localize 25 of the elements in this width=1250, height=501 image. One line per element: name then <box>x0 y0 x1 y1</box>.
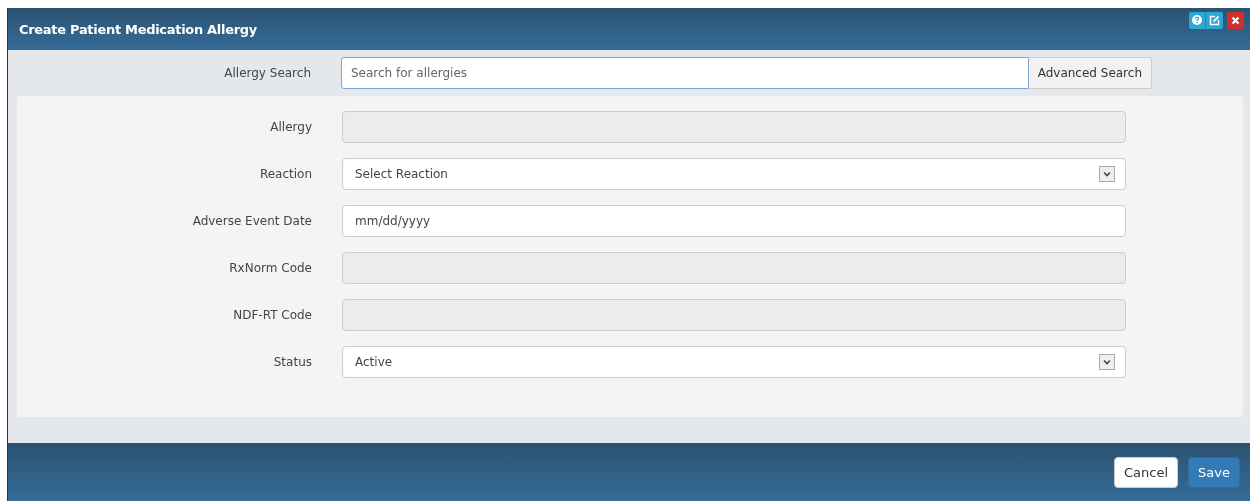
window-title: Create Patient Medication Allergy <box>19 21 257 37</box>
help-button[interactable] <box>1189 11 1206 29</box>
select-field[interactable]: Select Reaction <box>342 158 1126 190</box>
field-label: Allergy Search <box>223 66 312 80</box>
field-label: RxNorm Code <box>228 261 313 275</box>
select-value: Active <box>355 355 393 369</box>
field-label: Adverse Event Date <box>191 214 313 228</box>
close-button[interactable] <box>1227 11 1244 29</box>
edit-button[interactable] <box>1206 11 1223 29</box>
select-value: Select Reaction <box>355 167 448 181</box>
cancel-button[interactable]: Cancel <box>1114 456 1179 488</box>
select-field[interactable]: Active <box>342 346 1126 378</box>
date-field[interactable]: mm/dd/yyyy <box>342 205 1126 237</box>
search-field[interactable]: Search for allergies <box>341 57 1029 89</box>
help-icon <box>1192 15 1202 25</box>
advanced-search-button[interactable]: Advanced Search <box>1028 57 1152 89</box>
field-label: NDF-RT Code <box>232 308 313 322</box>
field-label: Allergy <box>269 120 313 134</box>
field-label: Reaction <box>258 167 313 181</box>
field-label: Status <box>272 355 313 369</box>
edit-icon <box>1209 14 1220 26</box>
caret-icon <box>1099 354 1115 370</box>
caret-icon <box>1099 166 1115 182</box>
close-icon <box>1231 15 1240 25</box>
save-button[interactable]: Save <box>1188 456 1240 488</box>
